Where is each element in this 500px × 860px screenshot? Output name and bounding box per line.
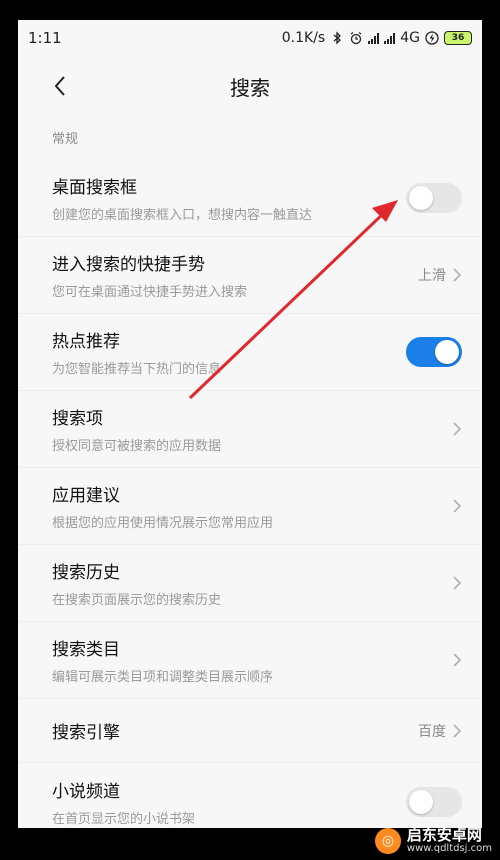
network-speed: 0.1K/s (281, 30, 326, 46)
row-hot-recommend[interactable]: 热点推荐 为您智能推荐当下热门的信息 (18, 314, 482, 391)
chevron-right-icon (453, 653, 462, 667)
row-search-categories[interactable]: 搜索类目 编辑可展示类目项和调整类目展示顺序 (18, 622, 482, 699)
row-title: 搜索引擎 (52, 723, 120, 743)
row-shortcut-gesture[interactable]: 进入搜索的快捷手势 您可在桌面通过快捷手势进入搜索 上滑 (18, 237, 482, 314)
status-icons: 0.1K/s 4G 36 (282, 30, 472, 46)
row-value: 上滑 (418, 268, 446, 284)
row-title: 热点推荐 (52, 332, 120, 352)
row-desc: 在首页显示您的小说书架 (52, 811, 196, 827)
row-desc: 编辑可展示类目项和调整类目展示顺序 (52, 670, 274, 685)
back-button[interactable] (46, 72, 74, 100)
row-novel-channel[interactable]: 小说频道 在首页显示您的小说书架 (18, 763, 482, 828)
chevron-right-icon (453, 268, 462, 282)
row-title: 应用建议 (52, 486, 120, 506)
hot-recommend-toggle[interactable] (406, 337, 462, 367)
row-desc: 为您智能推荐当下热门的信息 (52, 362, 222, 377)
battery-icon: 36 (444, 31, 472, 45)
desktop-search-box-toggle[interactable] (406, 183, 462, 213)
page-title: 搜索 (230, 75, 270, 100)
novel-channel-toggle[interactable] (406, 786, 462, 817)
row-desc: 在搜索页面展示您的搜索历史 (52, 593, 222, 608)
chevron-left-icon (54, 76, 65, 96)
chevron-right-icon (453, 723, 462, 738)
alarm-icon (350, 32, 362, 45)
status-bar: 1:11 0.1K/s 4G 36 (18, 20, 482, 56)
row-title: 搜索历史 (52, 563, 120, 583)
bluetooth-icon (333, 31, 342, 45)
charging-icon (425, 31, 439, 45)
row-desc: 根据您的应用使用情况展示您常用应用 (52, 516, 274, 531)
section-label: 常规 (52, 132, 79, 147)
chevron-right-icon (453, 422, 462, 436)
row-desc: 您可在桌面通过快捷手势进入搜索 (52, 285, 248, 300)
row-right: 上滑 (418, 265, 462, 285)
status-time: 1:11 (28, 29, 62, 47)
row-title: 搜索项 (52, 409, 103, 429)
row-title: 小说频道 (52, 781, 120, 802)
row-desktop-search-box[interactable]: 桌面搜索框 创建您的桌面搜索框入口，想搜内容一触直达 (18, 160, 482, 237)
watermark: ◎ 启东安卓网 www.qdltdsj.com (374, 825, 492, 854)
signal-icon (368, 32, 380, 44)
chevron-right-icon (453, 499, 462, 513)
signal-icon-2 (384, 32, 396, 44)
row-search-history[interactable]: 搜索历史 在搜索页面展示您的搜索历史 (18, 545, 482, 622)
watermark-logo-icon: ◎ (374, 827, 401, 854)
phone-screen: 1:11 0.1K/s 4G 36 搜索 常规 桌面搜索框 创建您的桌面搜索框入… (18, 20, 482, 828)
chevron-right-icon (453, 576, 462, 590)
row-desc: 创建您的桌面搜索框入口，想搜内容一触直达 (52, 208, 313, 223)
watermark-url: www.qdltdsj.com (406, 842, 492, 854)
row-title: 搜索类目 (52, 640, 120, 660)
watermark-title: 启东安卓网 (406, 825, 482, 844)
row-value: 百度 (418, 723, 446, 740)
row-search-engine[interactable]: 搜索引擎 百度 (18, 699, 482, 763)
header: 搜索 (18, 60, 482, 112)
row-app-suggestions[interactable]: 应用建议 根据您的应用使用情况展示您常用应用 (18, 468, 482, 545)
row-search-items[interactable]: 搜索项 授权同意可被搜索的应用数据 (18, 391, 482, 468)
row-desc: 授权同意可被搜索的应用数据 (52, 439, 222, 454)
settings-list: 桌面搜索框 创建您的桌面搜索框入口，想搜内容一触直达 进入搜索的快捷手势 您可在… (18, 160, 482, 828)
row-title: 桌面搜索框 (52, 178, 137, 198)
row-title: 进入搜索的快捷手势 (52, 255, 205, 275)
row-right: 百度 (418, 721, 462, 741)
network-type: 4G (400, 30, 420, 46)
